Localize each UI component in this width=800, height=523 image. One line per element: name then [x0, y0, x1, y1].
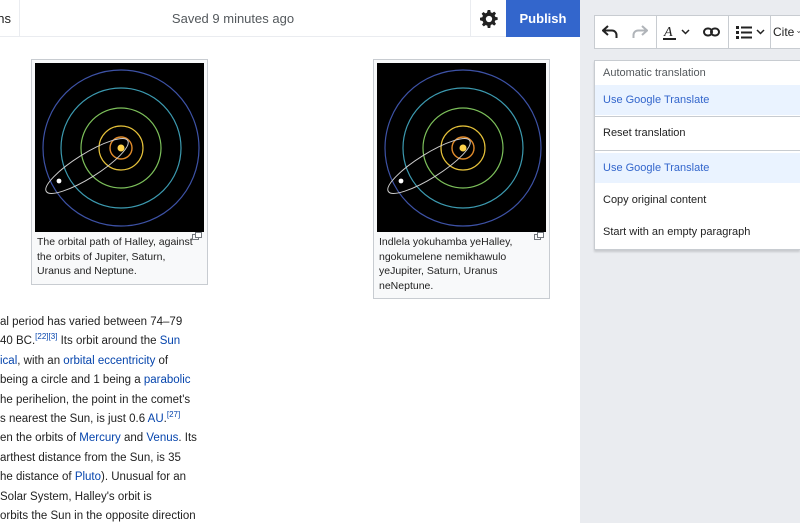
article-body: al period has varied between 74–79 40 BC…: [0, 313, 215, 523]
text: , with an: [17, 354, 64, 367]
reference-22[interactable]: [22]: [35, 332, 48, 341]
chevron-down-icon: [680, 29, 690, 35]
enlarge-icon[interactable]: [192, 232, 202, 240]
article-line: Solar System, Halley's orbit is: [0, 488, 215, 507]
text: being a circle and 1 being a: [0, 374, 144, 387]
article-line: ical, with an orbital eccentricity of: [0, 352, 215, 371]
settings-button[interactable]: [470, 0, 506, 37]
undo-button[interactable]: [595, 16, 625, 48]
orbit-image[interactable]: [35, 63, 204, 232]
article-line: he distance of Pluto). Unusual for an: [0, 468, 215, 487]
link-pluto[interactable]: Pluto: [75, 471, 101, 483]
list-icon: [735, 25, 752, 39]
reference-27[interactable]: [27]: [167, 410, 180, 419]
text: . Its: [178, 432, 197, 445]
menu-selected-option[interactable]: Use Google Translate: [595, 85, 800, 115]
text: Solar System, Halley's orbit is: [0, 490, 152, 503]
menu-item-use-google-translate[interactable]: Use Google Translate: [595, 153, 800, 183]
link-mercury[interactable]: Mercury: [79, 432, 121, 444]
svg-text:A: A: [663, 25, 673, 40]
text: orbits the Sun in the opposite direction: [0, 509, 196, 522]
text: of: [155, 354, 169, 367]
menu-header: Automatic translation: [603, 67, 706, 79]
text: arthest distance from the Sun, is 35: [0, 451, 181, 464]
link-icon: [702, 27, 720, 37]
text: 40 BC.: [0, 335, 36, 348]
list-button[interactable]: [732, 16, 768, 48]
link-venus[interactable]: Venus: [146, 432, 178, 444]
text: en the orbits of: [0, 432, 80, 445]
text: al period has varied between 74–79: [0, 316, 183, 328]
top-bar: ns Saved 9 minutes ago Publish: [0, 0, 580, 37]
figure-translation: Indlela yokuhamba yeHalley, ngokumelene …: [373, 59, 550, 299]
undo-icon: [602, 25, 618, 38]
publish-button[interactable]: Publish: [506, 0, 580, 37]
cite-label: Cite: [773, 25, 795, 39]
menu-item-empty-paragraph[interactable]: Start with an empty paragraph: [595, 217, 800, 247]
enlarge-icon[interactable]: [534, 232, 544, 240]
redo-button[interactable]: [625, 16, 655, 48]
article-line: al period has varied between 74–79: [0, 313, 215, 332]
article-line: being a circle and 1 being a parabolic: [0, 371, 215, 390]
article-line: he perihelion, the point in the comet's: [0, 391, 215, 410]
text-style-icon: A: [662, 25, 676, 40]
article-line: 40 BC.[22][3] Its orbit around the Sun: [0, 332, 215, 351]
menu-item-reset-translation[interactable]: Reset translation: [595, 118, 800, 148]
article-line: en the orbits of Mercury and Venus. Its: [0, 429, 215, 448]
text: Its orbit around the: [57, 335, 160, 348]
menu-item-copy-original[interactable]: Copy original content: [595, 185, 800, 215]
figure-caption: Indlela yokuhamba yeHalley, ngokumelene …: [377, 232, 546, 293]
figure-caption-text: The orbital path of Halley, against the …: [37, 236, 193, 277]
saved-status: Saved 9 minutes ago: [171, 11, 295, 26]
redo-icon: [632, 25, 648, 38]
link-button[interactable]: [697, 16, 725, 48]
text: ). Unusual for an: [101, 471, 187, 484]
text: he distance of: [0, 471, 75, 484]
article-line: arthest distance from the Sun, is 35: [0, 449, 215, 468]
chevron-down-icon: [755, 29, 765, 35]
link-orbital-eccentricity[interactable]: orbital eccentricity: [63, 355, 155, 367]
link-sun[interactable]: Sun: [160, 335, 180, 347]
figure-caption: The orbital path of Halley, against the …: [35, 232, 204, 279]
translation-menu: Automatic translation Use Google Transla…: [594, 60, 800, 250]
cite-button[interactable]: Cite: [773, 16, 800, 48]
text: s nearest the Sun, is just 0.6: [0, 412, 148, 425]
text-style-button[interactable]: A: [659, 16, 693, 48]
link-au[interactable]: AU: [148, 413, 164, 425]
figure-source: The orbital path of Halley, against the …: [31, 59, 208, 285]
link-elliptical[interactable]: ical: [0, 355, 17, 367]
figure-caption-text: Indlela yokuhamba yeHalley, ngokumelene …: [379, 236, 513, 292]
text: he perihelion, the point in the comet's: [0, 393, 191, 406]
text: and: [120, 432, 147, 445]
link-parabolic[interactable]: parabolic: [144, 374, 191, 386]
article-line: orbits the Sun in the opposite direction: [0, 507, 215, 523]
orbit-image[interactable]: [377, 63, 546, 232]
editor-toolbar: A Cite: [594, 15, 800, 49]
article-line: s nearest the Sun, is just 0.6 AU.[27]: [0, 410, 215, 429]
gear-icon: [479, 9, 498, 28]
